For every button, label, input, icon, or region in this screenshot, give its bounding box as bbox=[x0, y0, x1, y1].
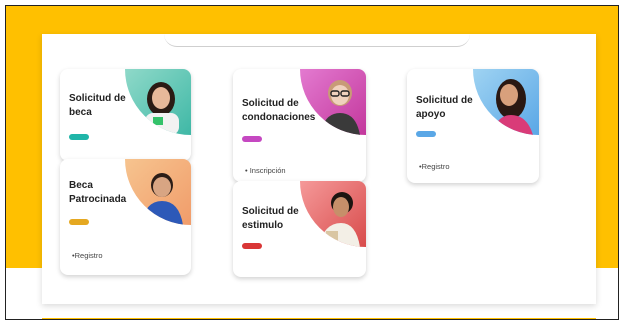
student-photo bbox=[125, 69, 191, 135]
accent-bar bbox=[416, 131, 436, 137]
accent-bar bbox=[242, 136, 262, 142]
card-title: Solicitud de beca bbox=[69, 93, 126, 118]
student-photo bbox=[300, 181, 366, 247]
search-bar-remnant bbox=[164, 34, 470, 47]
accent-bar bbox=[242, 243, 262, 249]
inscripcion-link[interactable]: • Inscripción bbox=[245, 166, 286, 175]
registro-link[interactable]: •Registro bbox=[419, 162, 450, 171]
accent-bar bbox=[69, 219, 89, 225]
card-title: Beca Patrocinada bbox=[69, 180, 127, 205]
registro-link[interactable]: •Registro bbox=[72, 251, 103, 260]
card-beca-patrocinada[interactable]: Beca Patrocinada •Registro bbox=[60, 159, 191, 275]
card-title: Solicitud de estimulo bbox=[242, 206, 299, 231]
card-solicitud-condonaciones[interactable]: Solicitud de condonaciones • Inscripción bbox=[233, 69, 366, 182]
yellow-footer-strip bbox=[42, 318, 596, 319]
card-solicitud-beca[interactable]: Solicitud de beca bbox=[60, 69, 191, 161]
browser-frame: Solicitud de beca Beca Patrocinada •Regi… bbox=[5, 5, 619, 320]
card-solicitud-apoyo[interactable]: Solicitud de apoyo •Registro bbox=[407, 69, 539, 183]
accent-bar bbox=[69, 134, 89, 140]
card-title: Solicitud de apoyo bbox=[416, 95, 473, 120]
card-solicitud-estimulo[interactable]: Solicitud de estimulo bbox=[233, 181, 366, 277]
card-title: Solicitud de condonaciones bbox=[242, 98, 316, 123]
student-photo bbox=[473, 69, 539, 135]
